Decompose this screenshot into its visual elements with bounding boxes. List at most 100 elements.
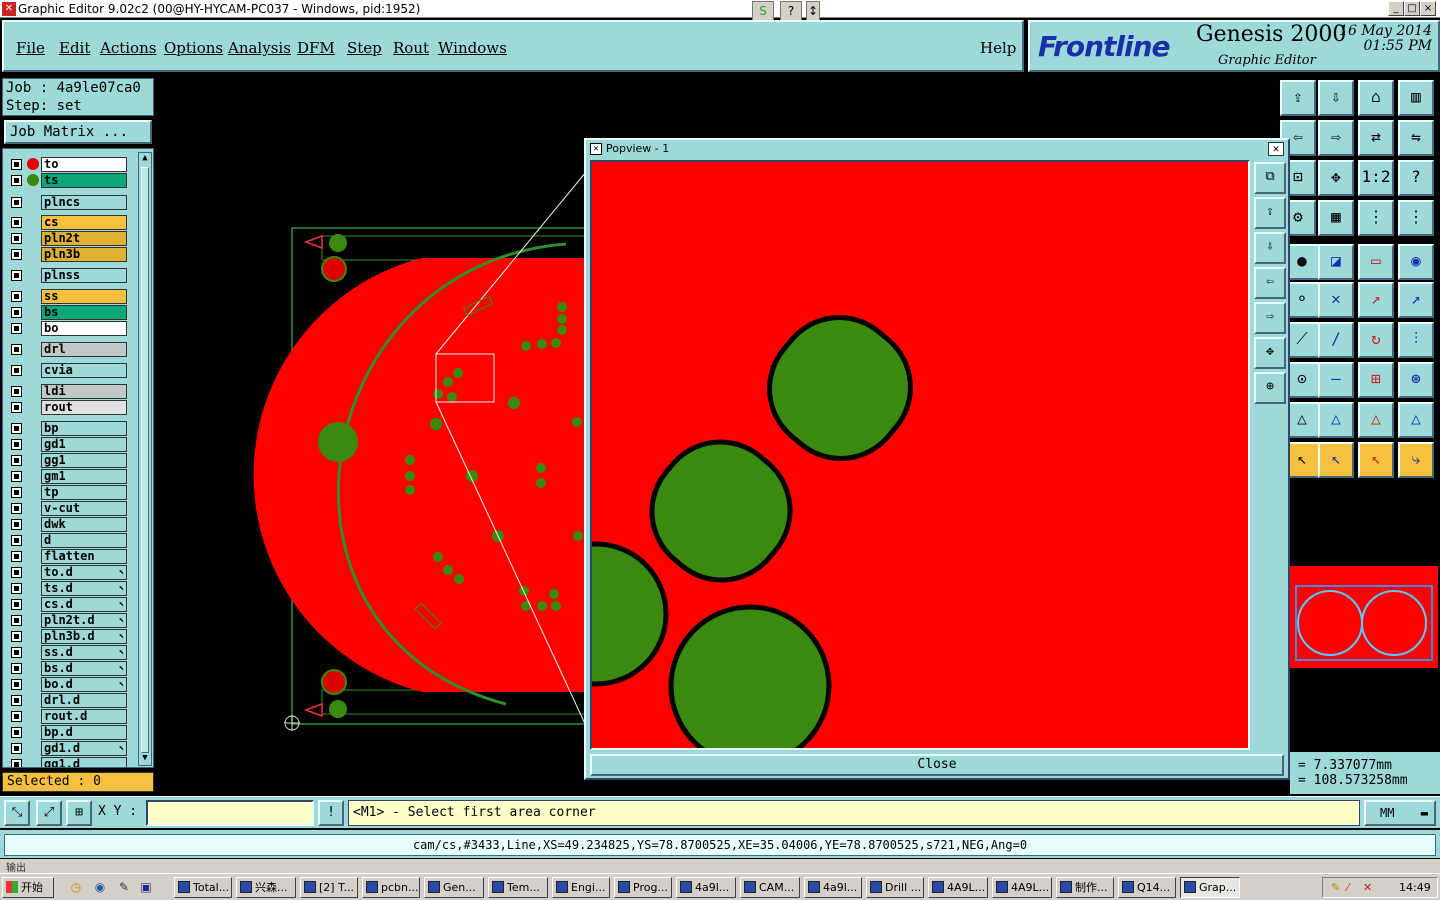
units-select[interactable]: MM ▬: [1364, 800, 1436, 826]
layer-checkbox[interactable]: [11, 727, 22, 738]
popview-tool-5-icon[interactable]: ✥: [1254, 337, 1286, 369]
tool-button-3-3-icon[interactable]: ⋮: [1398, 200, 1434, 236]
tool-button-8-2-icon[interactable]: △: [1358, 402, 1394, 438]
layer-row-cvia[interactable]: cvia: [7, 363, 127, 378]
tool-button-1-2-icon[interactable]: ⇄: [1358, 120, 1394, 156]
layer-name[interactable]: cs: [41, 215, 127, 230]
layer-name[interactable]: drl: [41, 342, 127, 357]
tool-button-7-1-icon[interactable]: —: [1318, 362, 1354, 398]
layer-row-to-d[interactable]: to.d ⬉: [7, 565, 127, 580]
tool-button-0-0-icon[interactable]: ⇪: [1280, 80, 1316, 116]
taskbar-item[interactable]: 兴森...: [236, 877, 296, 898]
layer-checkbox[interactable]: [11, 519, 22, 530]
layer-checkbox[interactable]: [11, 535, 22, 546]
layer-name[interactable]: gm1: [41, 469, 127, 484]
tool-button-3-2-icon[interactable]: ⋮: [1358, 200, 1394, 236]
tool-button-3-1-icon[interactable]: ▦: [1318, 200, 1354, 236]
tool-button-0-3-icon[interactable]: ▥: [1398, 80, 1434, 116]
layer-name[interactable]: v-cut: [41, 501, 127, 516]
layer-checkbox[interactable]: [11, 439, 22, 450]
layer-row-dwk[interactable]: dwk: [7, 517, 127, 532]
info-icon[interactable]: !: [318, 800, 344, 826]
quicklaunch-save-icon[interactable]: ▣: [138, 879, 154, 895]
layer-checkbox[interactable]: [11, 307, 22, 318]
layer-checkbox[interactable]: [11, 743, 22, 754]
layer-name[interactable]: to: [41, 157, 127, 172]
layer-name[interactable]: bs.d ⬉: [41, 661, 127, 676]
menu-dfm[interactable]: DFM: [297, 39, 335, 57]
menu-help[interactable]: Help: [980, 39, 1016, 57]
help-tool-icon[interactable]: ?: [780, 1, 802, 21]
menu-step[interactable]: Step: [347, 39, 382, 57]
layer-checkbox[interactable]: [11, 270, 22, 281]
layer-name[interactable]: to.d ⬉: [41, 565, 127, 580]
layer-name[interactable]: pln2t.d ⬉: [41, 613, 127, 628]
layer-name[interactable]: cs.d ⬉: [41, 597, 127, 612]
layer-row-pln3b[interactable]: pln3b: [7, 247, 127, 262]
layer-name[interactable]: bo.d ⬉: [41, 677, 127, 692]
tool-button-0-2-icon[interactable]: ⌂: [1358, 80, 1394, 116]
layer-name[interactable]: rout.d: [41, 709, 127, 724]
taskbar-item[interactable]: pcbn...: [362, 877, 420, 898]
maximize-button[interactable]: □: [1404, 1, 1420, 16]
taskbar-item[interactable]: Grap...: [1180, 877, 1240, 898]
layer-checkbox[interactable]: [11, 175, 22, 186]
close-window-button[interactable]: ×: [1420, 1, 1436, 16]
layer-name[interactable]: bs: [41, 305, 127, 320]
tool-button-8-1-icon[interactable]: △: [1318, 402, 1354, 438]
layer-row-cs-d[interactable]: cs.d ⬉: [7, 597, 127, 612]
taskbar-item[interactable]: 4A9L...: [928, 877, 988, 898]
layer-row-d[interactable]: d: [7, 533, 127, 548]
popview-tool-0-icon[interactable]: ⧉: [1254, 162, 1286, 194]
layer-checkbox[interactable]: [11, 503, 22, 514]
layer-checkbox[interactable]: [11, 217, 22, 228]
layer-row-bo[interactable]: bo: [7, 321, 127, 336]
layer-name[interactable]: d: [41, 533, 127, 548]
layer-checkbox[interactable]: [11, 631, 22, 642]
grid-icon[interactable]: ⊞: [66, 800, 92, 826]
tool-button-0-1-icon[interactable]: ⇩: [1318, 80, 1354, 116]
tool-button-2-3-icon[interactable]: ?: [1398, 160, 1434, 196]
layer-name[interactable]: ts: [41, 173, 127, 188]
menu-rout[interactable]: Rout: [393, 39, 429, 57]
layer-checkbox[interactable]: [11, 679, 22, 690]
layer-checkbox[interactable]: [11, 344, 22, 355]
tool-button-9-1-icon[interactable]: ↖: [1318, 442, 1354, 478]
layer-row-plnss[interactable]: plnss: [7, 268, 127, 283]
tool-button-9-2-icon[interactable]: ↖: [1358, 442, 1394, 478]
snap-icon[interactable]: ⤢: [36, 800, 62, 826]
layer-checkbox[interactable]: [11, 471, 22, 482]
layer-checkbox[interactable]: [11, 759, 22, 767]
tool-button-6-1-icon[interactable]: /: [1318, 322, 1354, 358]
layer-name[interactable]: bo: [41, 321, 127, 336]
tool-button-6-3-icon[interactable]: ⫶: [1398, 322, 1434, 358]
layer-row-gd1-d[interactable]: gd1.d ⬉: [7, 741, 127, 756]
layer-row-bs[interactable]: bs: [7, 305, 127, 320]
taskbar-item[interactable]: Gen...: [424, 877, 484, 898]
layer-checkbox[interactable]: [11, 159, 22, 170]
menu-file[interactable]: File: [16, 39, 45, 57]
taskbar-item[interactable]: Prog...: [614, 877, 672, 898]
layer-name[interactable]: gd1: [41, 437, 127, 452]
layer-name[interactable]: flatten: [41, 549, 127, 564]
layer-name[interactable]: dwk: [41, 517, 127, 532]
tool-button-5-3-icon[interactable]: ↗: [1398, 282, 1434, 318]
layer-name[interactable]: gg1: [41, 453, 127, 468]
layer-row-gg1-d[interactable]: gg1.d: [7, 757, 127, 767]
taskbar-item[interactable]: CAM...: [740, 877, 800, 898]
tool-button-4-3-icon[interactable]: ◉: [1398, 244, 1434, 280]
layer-row-bp-d[interactable]: bp.d: [7, 725, 127, 740]
taskbar-item[interactable]: Drill ...: [866, 877, 924, 898]
quicklaunch-clock-icon[interactable]: ◷: [68, 879, 84, 895]
layer-name[interactable]: pln3b.d ⬉: [41, 629, 127, 644]
layer-checkbox[interactable]: [11, 663, 22, 674]
popview-tool-1-icon[interactable]: ⇪: [1254, 197, 1286, 229]
tool-button-7-2-icon[interactable]: ⊞: [1358, 362, 1394, 398]
layer-row-bo-d[interactable]: bo.d ⬉: [7, 677, 127, 692]
popview-close-button[interactable]: Close: [590, 754, 1284, 776]
tool-button-4-2-icon[interactable]: ▭: [1358, 244, 1394, 280]
layer-checkbox[interactable]: [11, 567, 22, 578]
scroll-thumb[interactable]: [141, 167, 149, 753]
scroll-arrows-icon[interactable]: ↕: [806, 1, 820, 21]
start-button[interactable]: 开始: [2, 877, 54, 898]
